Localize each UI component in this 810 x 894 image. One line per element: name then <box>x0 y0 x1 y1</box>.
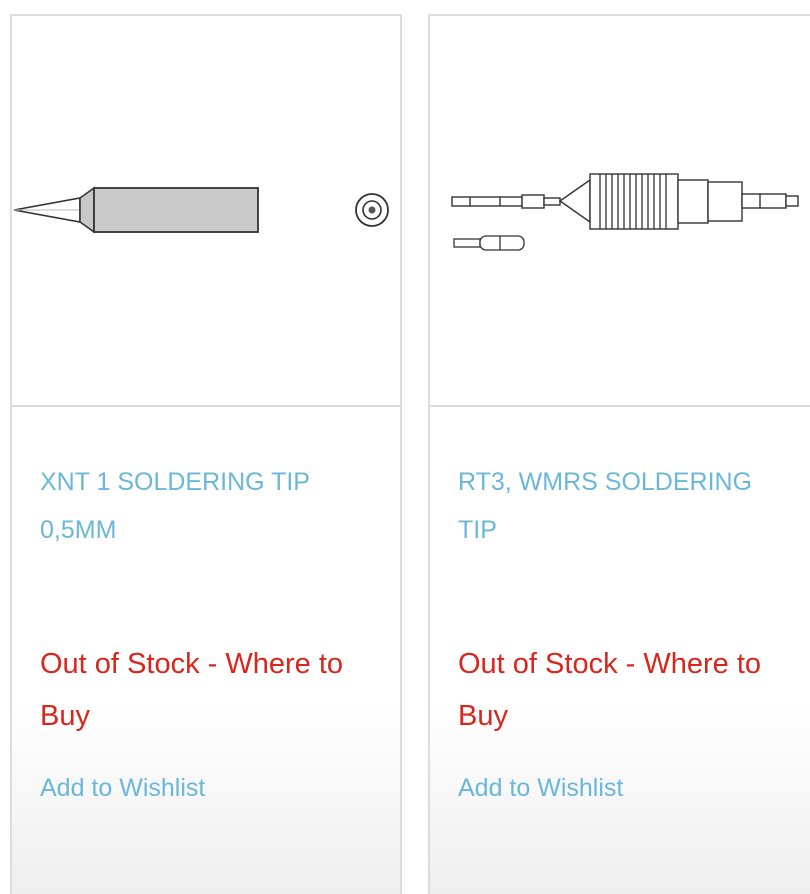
product-image[interactable] <box>12 16 400 407</box>
product-image[interactable] <box>430 16 810 407</box>
product-title-link[interactable]: XNT 1 SOLDERING TIP 0,5MM <box>40 458 350 554</box>
product-title-link[interactable]: RT3, WMRS SOLDERING TIP <box>458 458 768 554</box>
product-card: RT3, WMRS SOLDERING TIP Out of Stock - W… <box>428 14 810 894</box>
add-to-wishlist-link[interactable]: Add to Wishlist <box>40 768 205 808</box>
stock-status-link[interactable]: Out of Stock - Where to Buy <box>40 638 390 742</box>
soldering-tip-icon <box>13 186 389 234</box>
product-grid: XNT 1 SOLDERING TIP 0,5MM Out of Stock -… <box>0 0 810 894</box>
soldering-cartridge-icon <box>451 173 799 251</box>
product-card: XNT 1 SOLDERING TIP 0,5MM Out of Stock -… <box>10 14 402 894</box>
stock-status-link[interactable]: Out of Stock - Where to Buy <box>458 638 808 742</box>
add-to-wishlist-link[interactable]: Add to Wishlist <box>458 768 623 808</box>
